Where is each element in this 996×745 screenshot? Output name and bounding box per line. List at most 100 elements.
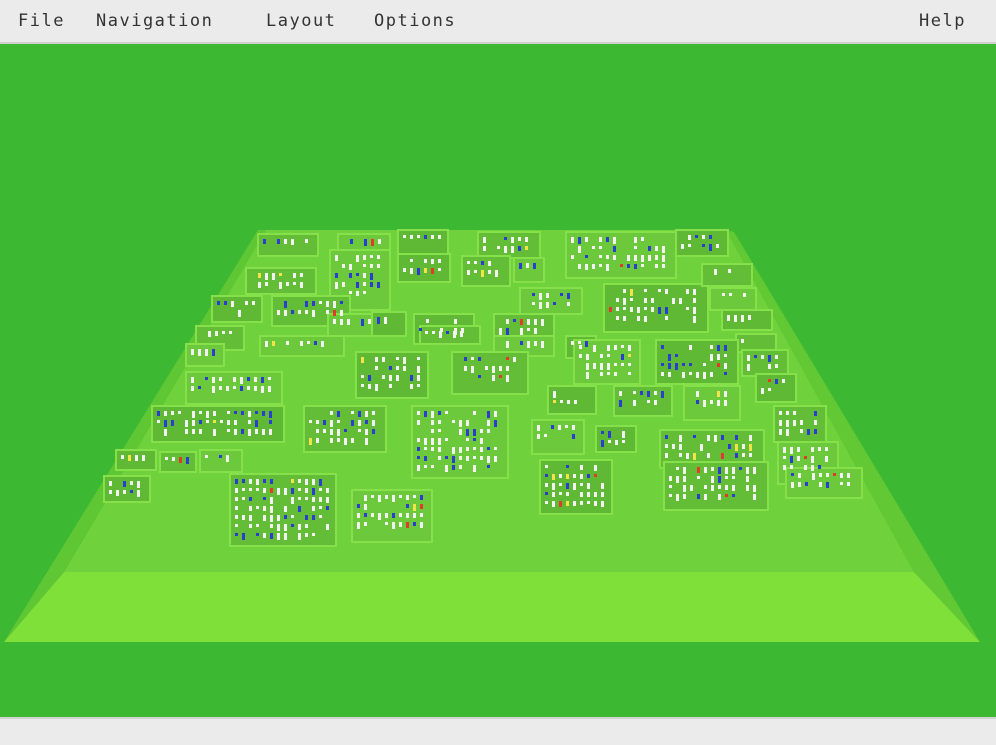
building[interactable] bbox=[235, 533, 238, 536]
building[interactable] bbox=[675, 354, 678, 357]
building[interactable] bbox=[662, 264, 665, 268]
building[interactable] bbox=[417, 420, 420, 425]
building[interactable] bbox=[587, 474, 590, 478]
building[interactable] bbox=[330, 411, 333, 415]
building[interactable] bbox=[375, 366, 378, 370]
building[interactable] bbox=[672, 298, 675, 304]
building[interactable] bbox=[668, 354, 671, 361]
building[interactable] bbox=[614, 363, 617, 366]
building[interactable] bbox=[473, 447, 476, 450]
building[interactable] bbox=[247, 386, 250, 390]
building[interactable] bbox=[633, 391, 636, 394]
building[interactable] bbox=[277, 488, 280, 495]
building[interactable] bbox=[265, 282, 268, 286]
building[interactable] bbox=[749, 435, 752, 441]
building[interactable] bbox=[335, 282, 338, 289]
building[interactable] bbox=[242, 515, 245, 520]
building[interactable] bbox=[385, 513, 388, 518]
building[interactable] bbox=[661, 363, 664, 366]
menu-file[interactable]: File bbox=[18, 11, 65, 31]
building[interactable] bbox=[293, 282, 296, 285]
building[interactable] bbox=[700, 444, 703, 451]
building[interactable] bbox=[349, 264, 352, 270]
building[interactable] bbox=[368, 319, 371, 324]
building[interactable] bbox=[419, 328, 422, 331]
district-block[interactable] bbox=[419, 325, 481, 345]
building[interactable] bbox=[471, 357, 474, 360]
building[interactable] bbox=[270, 497, 273, 504]
building[interactable] bbox=[812, 473, 815, 480]
building[interactable] bbox=[668, 363, 671, 369]
building[interactable] bbox=[811, 456, 814, 463]
building[interactable] bbox=[532, 302, 535, 305]
building[interactable] bbox=[742, 453, 745, 457]
building[interactable] bbox=[192, 411, 195, 418]
building[interactable] bbox=[654, 391, 657, 395]
building[interactable] bbox=[614, 345, 617, 350]
building[interactable] bbox=[798, 482, 801, 487]
building[interactable] bbox=[748, 315, 751, 320]
building[interactable] bbox=[725, 485, 728, 490]
building[interactable] bbox=[558, 425, 561, 430]
building[interactable] bbox=[578, 264, 581, 269]
building[interactable] bbox=[256, 479, 259, 485]
building[interactable] bbox=[594, 492, 597, 497]
building[interactable] bbox=[506, 319, 509, 324]
building[interactable] bbox=[330, 429, 333, 435]
building[interactable] bbox=[474, 270, 477, 273]
building[interactable] bbox=[185, 429, 188, 434]
building[interactable] bbox=[371, 239, 374, 246]
building[interactable] bbox=[445, 465, 448, 472]
building[interactable] bbox=[709, 235, 712, 239]
building[interactable] bbox=[567, 400, 570, 404]
building[interactable] bbox=[466, 420, 469, 426]
district-block[interactable] bbox=[397, 229, 449, 255]
building[interactable] bbox=[459, 456, 462, 460]
building[interactable] bbox=[585, 237, 588, 242]
building[interactable] bbox=[464, 357, 467, 361]
building[interactable] bbox=[365, 411, 368, 417]
building[interactable] bbox=[326, 524, 329, 530]
building[interactable] bbox=[255, 420, 258, 427]
building[interactable] bbox=[375, 357, 378, 362]
building[interactable] bbox=[728, 444, 731, 449]
building[interactable] bbox=[703, 400, 706, 407]
building[interactable] bbox=[697, 494, 700, 499]
building[interactable] bbox=[593, 363, 596, 369]
building[interactable] bbox=[157, 411, 160, 416]
building[interactable] bbox=[693, 316, 696, 323]
building[interactable] bbox=[372, 429, 375, 434]
building[interactable] bbox=[682, 363, 685, 366]
building[interactable] bbox=[384, 317, 387, 324]
building[interactable] bbox=[256, 488, 259, 491]
building[interactable] bbox=[277, 533, 280, 540]
building[interactable] bbox=[241, 411, 244, 415]
building[interactable] bbox=[192, 429, 195, 434]
building[interactable] bbox=[537, 425, 540, 431]
building[interactable] bbox=[142, 455, 145, 461]
building[interactable] bbox=[732, 494, 735, 497]
building[interactable] bbox=[621, 354, 624, 360]
building[interactable] bbox=[585, 341, 588, 347]
building[interactable] bbox=[245, 301, 248, 305]
building[interactable] bbox=[506, 357, 509, 360]
building[interactable] bbox=[693, 298, 696, 303]
building[interactable] bbox=[644, 298, 647, 303]
building[interactable] bbox=[560, 293, 563, 296]
building[interactable] bbox=[749, 453, 752, 457]
building[interactable] bbox=[224, 301, 227, 305]
building[interactable] bbox=[473, 429, 476, 436]
building[interactable] bbox=[807, 429, 810, 435]
building[interactable] bbox=[215, 331, 218, 336]
building[interactable] bbox=[661, 372, 664, 376]
building[interactable] bbox=[234, 411, 237, 414]
building[interactable] bbox=[307, 341, 310, 344]
building[interactable] bbox=[431, 438, 434, 445]
building[interactable] bbox=[375, 384, 378, 391]
building[interactable] bbox=[644, 316, 647, 322]
building[interactable] bbox=[406, 504, 409, 508]
building[interactable] bbox=[205, 349, 208, 356]
building[interactable] bbox=[226, 386, 229, 391]
building[interactable] bbox=[256, 524, 259, 527]
building[interactable] bbox=[601, 492, 604, 497]
